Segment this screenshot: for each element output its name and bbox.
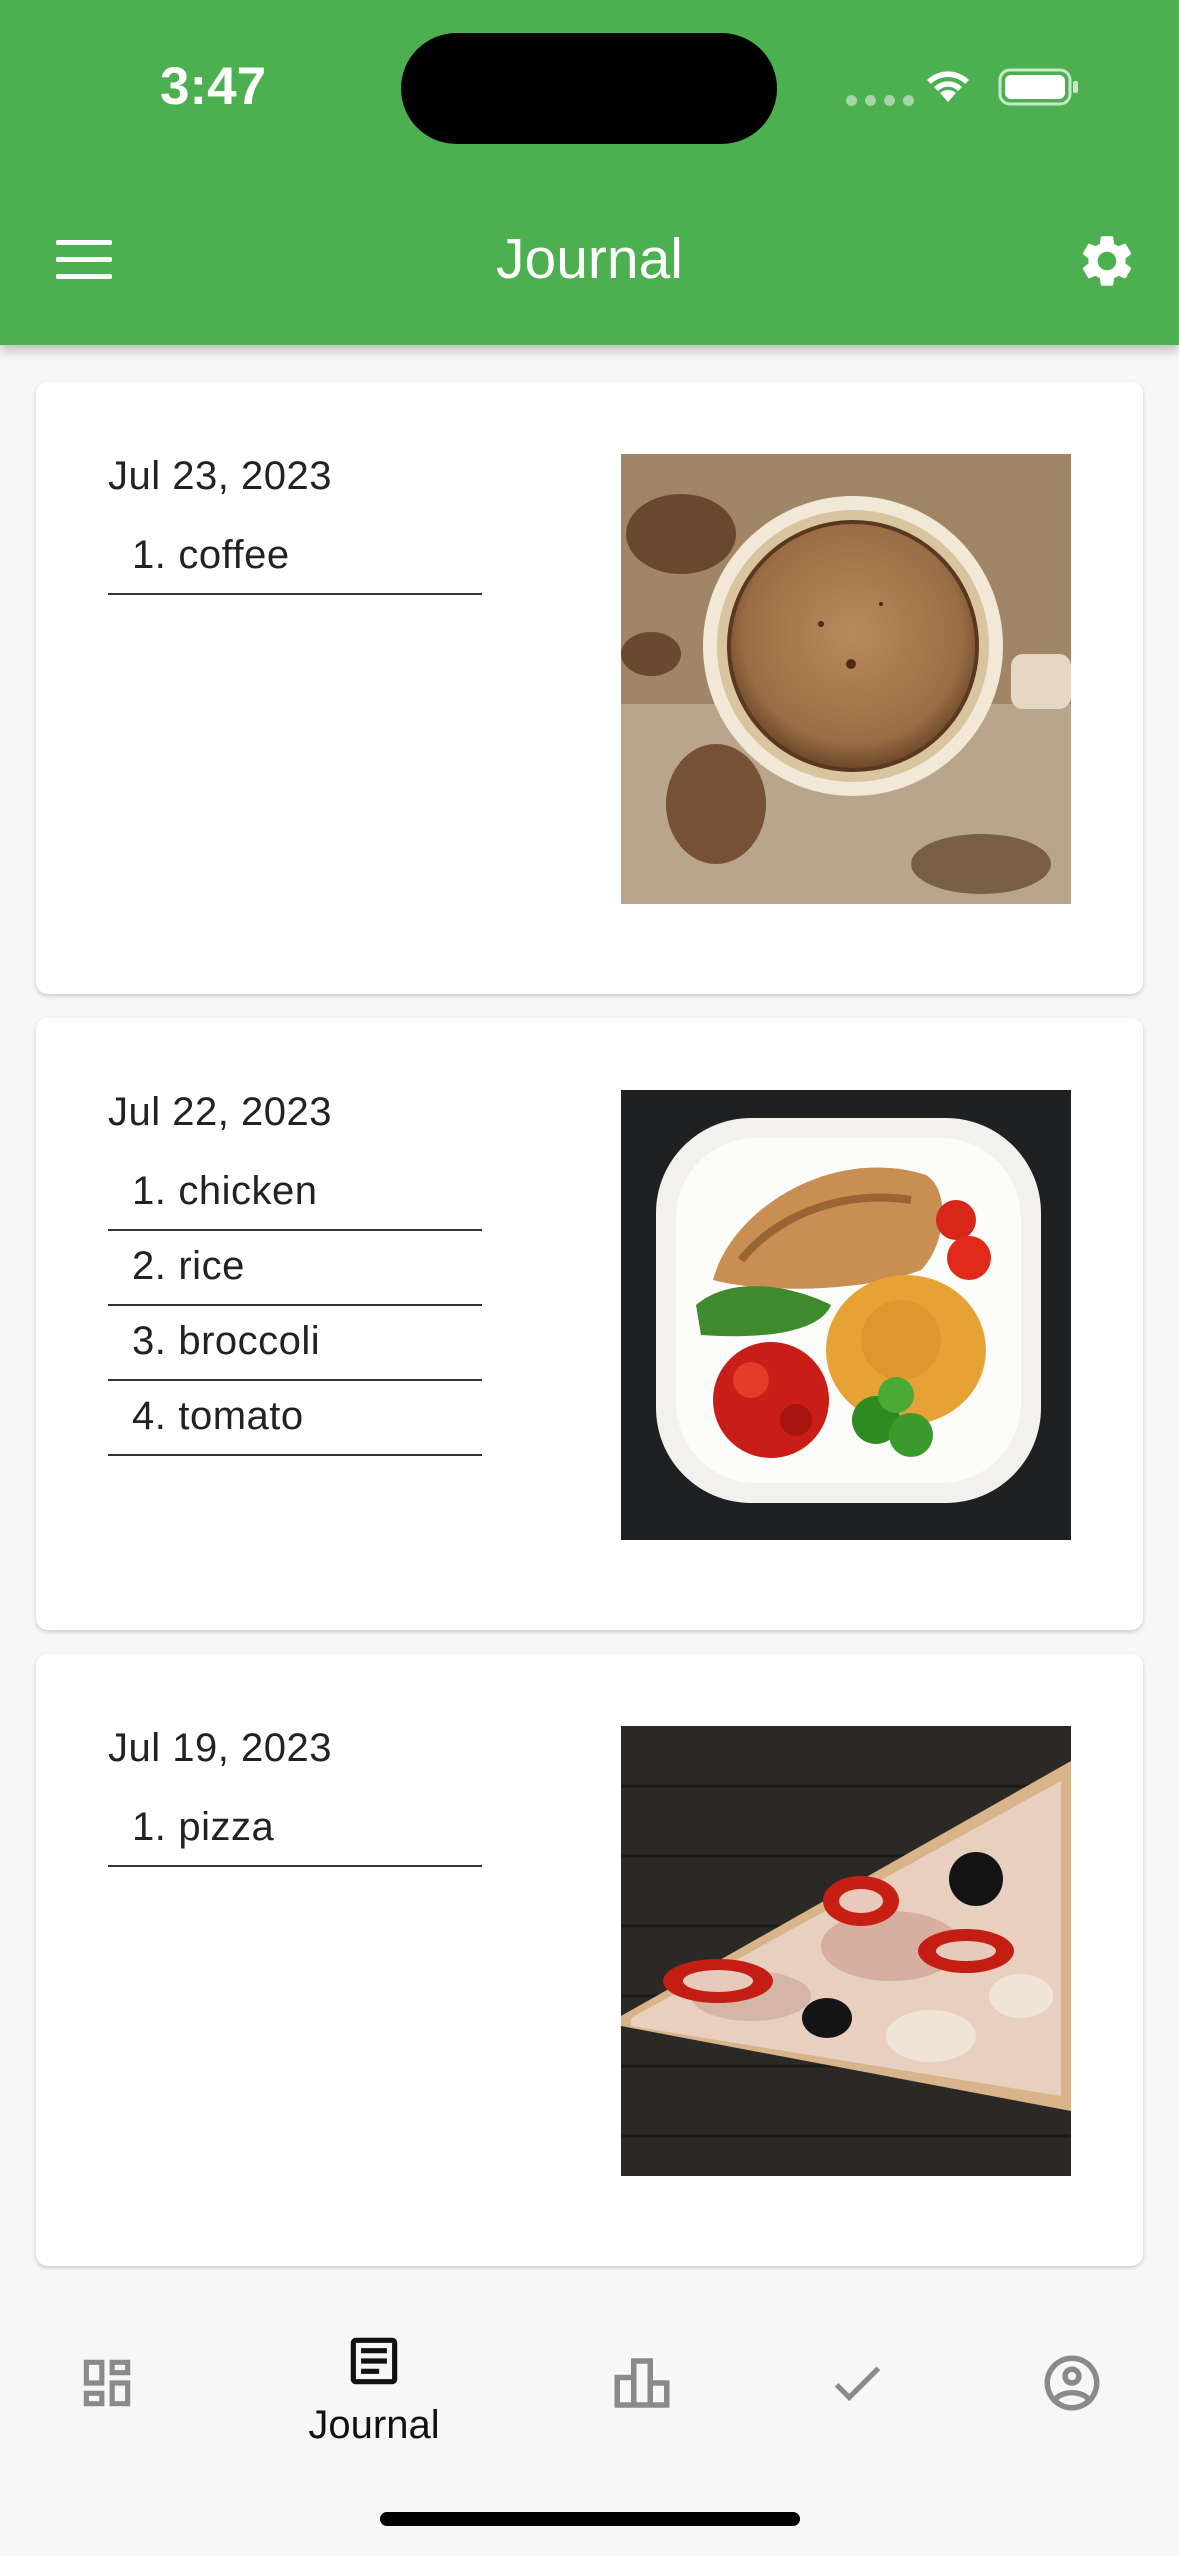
account-circle-icon <box>1044 2355 1100 2411</box>
nav-profile[interactable] <box>972 2330 1172 2427</box>
home-indicator[interactable] <box>380 2512 800 2526</box>
food-list: 1. chicken 2. rice 3. broccoli 4. tomato <box>108 1158 482 1458</box>
entry-date: Jul 22, 2023 <box>108 1090 332 1134</box>
cellular-signal-icon <box>846 95 914 106</box>
dashboard-icon <box>83 2359 131 2407</box>
chicken-plate-photo[interactable] <box>621 1090 1071 1540</box>
wifi-icon <box>927 71 969 102</box>
entry-date: Jul 19, 2023 <box>108 1726 332 1770</box>
food-list: 1. pizza <box>108 1794 482 1869</box>
nav-journal[interactable]: Journal <box>274 2330 474 2448</box>
page-title: Journal <box>496 227 683 291</box>
journal-icon <box>350 2337 398 2385</box>
nav-dashboard[interactable] <box>7 2330 207 2425</box>
list-item: 2. rice <box>108 1233 482 1306</box>
app-header: 3:47 Journal <box>0 0 1179 345</box>
bar-chart-icon <box>614 2358 670 2408</box>
status-time: 3:47 <box>160 57 267 116</box>
nav-journal-label: Journal <box>308 2403 440 2447</box>
list-item: 3. broccoli <box>108 1308 482 1381</box>
list-item: 4. tomato <box>108 1383 482 1456</box>
coffee-photo[interactable] <box>621 454 1071 904</box>
gear-icon[interactable] <box>1076 230 1138 292</box>
journal-entry-card[interactable]: Jul 22, 2023 1. chicken 2. rice 3. broccoli… <box>36 1018 1143 1630</box>
journal-entry-card[interactable]: Jul 19, 2023 1. pizza <box>36 1654 1143 2266</box>
food-list: 1. coffee <box>108 522 482 597</box>
list-item: 1. coffee <box>108 522 482 595</box>
battery-icon <box>998 68 1078 106</box>
dynamic-island <box>401 33 777 144</box>
nav-tasks[interactable] <box>757 2330 957 2425</box>
nav-stats[interactable] <box>542 2330 742 2427</box>
checkmark-icon <box>834 2366 881 2402</box>
pizza-photo[interactable] <box>621 1726 1071 2176</box>
list-item: 1. chicken <box>108 1158 482 1231</box>
journal-entry-card[interactable]: Jul 23, 2023 1. coffee <box>36 382 1143 994</box>
list-item: 1. pizza <box>108 1794 482 1867</box>
entry-date: Jul 23, 2023 <box>108 454 332 498</box>
